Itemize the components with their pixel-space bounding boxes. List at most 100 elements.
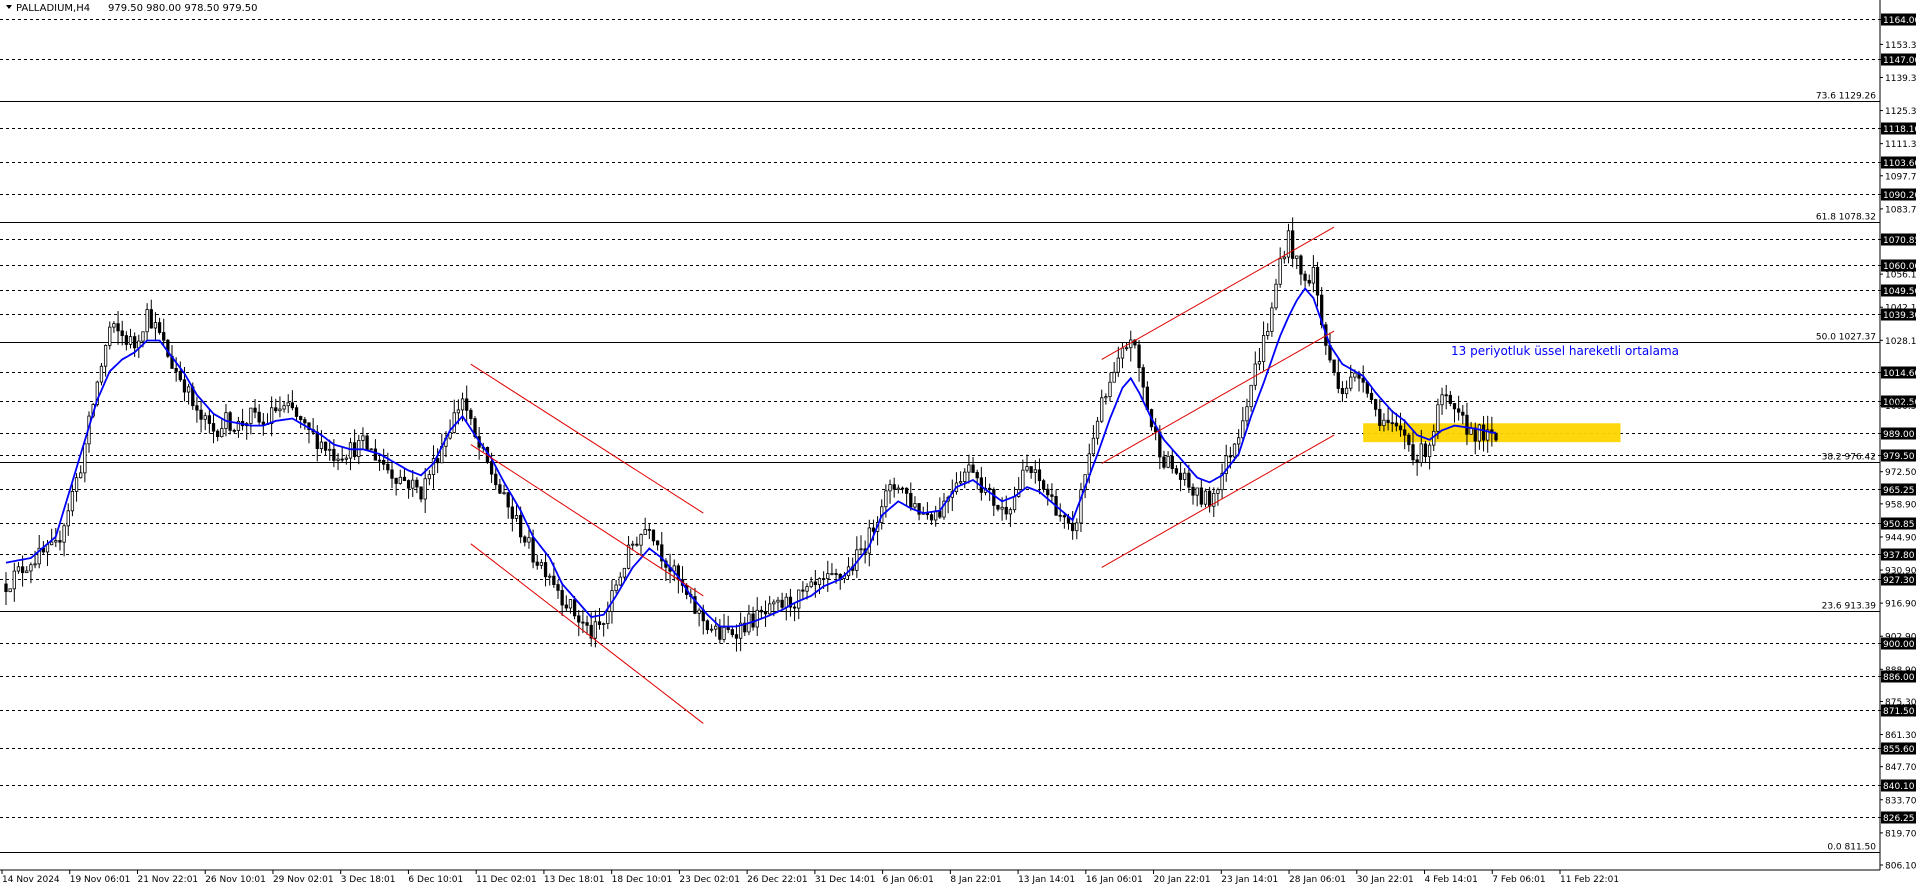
candle-body bbox=[460, 398, 465, 411]
x-tick-label: 3 Dec 18:01 bbox=[341, 875, 396, 885]
candle-body bbox=[406, 480, 411, 489]
fibonacci-label: 23.6 913.39 bbox=[1822, 602, 1877, 612]
candle-body bbox=[805, 586, 809, 592]
candle-body bbox=[1108, 381, 1112, 397]
candle-body bbox=[133, 336, 137, 349]
candle-body bbox=[1104, 396, 1108, 399]
candle-body bbox=[639, 534, 643, 546]
x-tick-label: 21 Nov 22:01 bbox=[137, 875, 198, 885]
candle-body bbox=[635, 543, 639, 546]
candle-body bbox=[568, 599, 573, 609]
candle-body bbox=[1390, 422, 1394, 425]
candle-body bbox=[1241, 420, 1245, 439]
candle-body bbox=[1166, 455, 1170, 468]
candle-body bbox=[593, 621, 598, 639]
candle-body bbox=[74, 477, 79, 492]
candle-body bbox=[539, 562, 544, 566]
symbol-label: PALLADIUM,H4 bbox=[16, 3, 90, 14]
candle-body bbox=[755, 609, 759, 628]
candle-body bbox=[734, 634, 739, 639]
candle-body bbox=[581, 621, 585, 624]
candle-body bbox=[992, 489, 996, 506]
candle-body bbox=[178, 371, 182, 381]
level-price-label: 1090.20 bbox=[1883, 191, 1916, 201]
candle-body bbox=[1382, 419, 1386, 427]
candle-body bbox=[1386, 419, 1390, 424]
level-price-label: 1049.50 bbox=[1883, 287, 1916, 297]
ohlc-label: 979.50 980.00 978.50 979.50 bbox=[108, 3, 258, 14]
candle-body bbox=[900, 487, 905, 490]
candle-body bbox=[33, 563, 37, 566]
candle-body bbox=[1112, 371, 1116, 383]
fibonacci-label: 0.0 811.50 bbox=[1827, 843, 1876, 853]
candle-body bbox=[963, 471, 967, 482]
candle-body bbox=[195, 405, 199, 411]
candle-body bbox=[1162, 456, 1166, 468]
candle-body bbox=[759, 609, 764, 613]
candle-body bbox=[1494, 432, 1498, 441]
candle-body bbox=[54, 540, 58, 543]
chart-header: PALLADIUM,H4 979.50 980.00 978.50 979.50 bbox=[6, 3, 258, 14]
y-tick-label: 875.30 bbox=[1885, 698, 1916, 708]
y-tick-label: 888.90 bbox=[1885, 666, 1916, 676]
candle-body bbox=[1349, 376, 1353, 389]
x-tick-label: 28 Jan 06:01 bbox=[1289, 875, 1346, 885]
y-tick-label: 1042.10 bbox=[1885, 304, 1916, 314]
x-tick-label: 6 Dec 10:01 bbox=[408, 875, 463, 885]
candle-body bbox=[1249, 384, 1253, 408]
candle-body bbox=[1004, 506, 1008, 515]
candle-body bbox=[319, 441, 324, 450]
candle-body bbox=[203, 415, 207, 420]
y-tick-label: 1153.30 bbox=[1885, 41, 1916, 51]
candle-body bbox=[1095, 420, 1100, 439]
candle-body bbox=[1232, 443, 1237, 458]
candle-body bbox=[20, 566, 25, 574]
candle-body bbox=[1270, 307, 1274, 332]
candle-body bbox=[1403, 429, 1407, 436]
candle-body bbox=[792, 606, 797, 609]
candle-body bbox=[1427, 444, 1432, 457]
candle-body bbox=[1436, 404, 1440, 432]
candle-body bbox=[556, 584, 560, 591]
candle-body bbox=[1187, 472, 1191, 488]
candle-body bbox=[211, 423, 216, 432]
candle-body bbox=[1116, 357, 1120, 373]
candle-body bbox=[216, 430, 220, 437]
y-tick-label: 806.10 bbox=[1885, 862, 1916, 872]
candle-body bbox=[548, 575, 552, 578]
x-tick-label: 30 Jan 22:01 bbox=[1357, 875, 1414, 885]
candle-body bbox=[655, 540, 660, 546]
level-price-label: 927.30 bbox=[1883, 576, 1915, 586]
candle-body bbox=[1029, 466, 1033, 473]
x-tick-label: 26 Dec 22:01 bbox=[747, 875, 808, 885]
candle-body bbox=[1336, 372, 1340, 389]
candle-body bbox=[452, 412, 456, 433]
candle-body bbox=[79, 472, 83, 479]
candle-body bbox=[423, 478, 427, 500]
candle-body bbox=[103, 345, 108, 367]
level-price-label: 950.85 bbox=[1883, 520, 1915, 530]
y-tick-label: 1111.30 bbox=[1885, 140, 1916, 150]
candle-body bbox=[1481, 424, 1486, 441]
candle-body bbox=[1282, 256, 1286, 260]
y-tick-label: 1028.10 bbox=[1885, 337, 1916, 347]
candle-body bbox=[543, 562, 548, 578]
candle-body bbox=[29, 564, 33, 572]
candle-body bbox=[494, 473, 498, 486]
candle-body bbox=[303, 419, 307, 424]
candle-body bbox=[1058, 514, 1062, 517]
candle-body bbox=[622, 567, 627, 578]
candle-body bbox=[502, 492, 506, 495]
candle-body bbox=[718, 625, 722, 640]
candle-body bbox=[830, 573, 834, 575]
candle-body bbox=[1290, 230, 1295, 259]
candle-body bbox=[1062, 515, 1066, 518]
candle-body bbox=[1465, 414, 1469, 435]
candle-body bbox=[797, 589, 801, 609]
candle-body bbox=[186, 386, 191, 393]
candle-body bbox=[419, 486, 423, 500]
y-tick-label: 958.90 bbox=[1885, 500, 1916, 510]
candle-body bbox=[705, 620, 710, 631]
fibonacci-label: 50.0 1027.37 bbox=[1816, 333, 1876, 343]
candle-body bbox=[826, 573, 830, 579]
